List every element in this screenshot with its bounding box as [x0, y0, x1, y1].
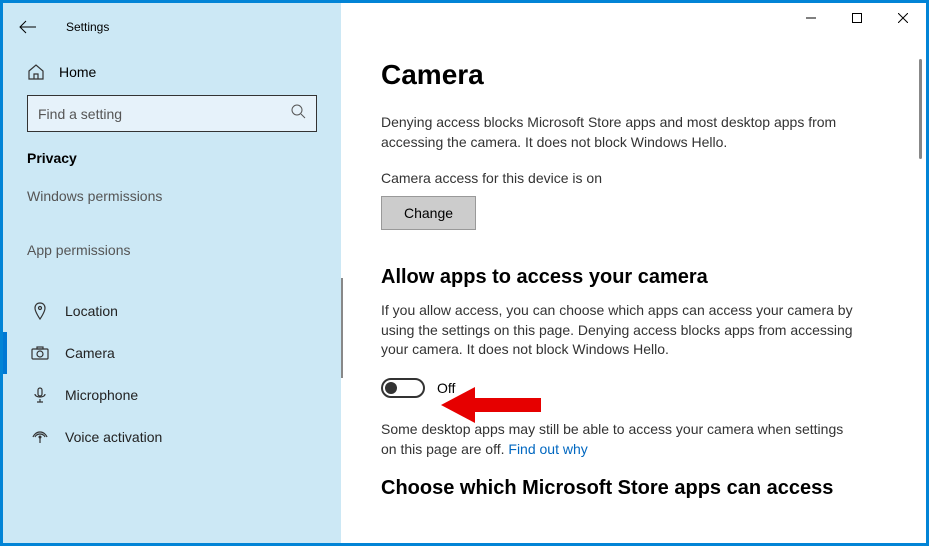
header-title: Settings	[66, 20, 109, 34]
allow-heading: Allow apps to access your camera	[381, 266, 886, 289]
sidebar-item-microphone[interactable]: Microphone	[3, 374, 341, 416]
allow-description: If you allow access, you can choose whic…	[381, 301, 861, 360]
sidebar-item-label: Microphone	[65, 387, 138, 403]
home-nav[interactable]: Home	[3, 55, 341, 95]
toggle-state-label: Off	[437, 380, 455, 396]
home-icon	[27, 63, 45, 81]
sidebar-item-label: Voice activation	[65, 429, 162, 445]
allow-apps-toggle[interactable]	[381, 378, 425, 398]
device-access-status: Camera access for this device is on	[381, 170, 886, 186]
sidebar-item-voice-activation[interactable]: Voice activation	[3, 416, 341, 458]
sidebar-header: Settings	[3, 3, 341, 55]
sidebar-item-label: Location	[65, 303, 118, 319]
microphone-icon	[31, 386, 49, 404]
nav-list: Location Camera Microphone Voice activat…	[3, 290, 341, 458]
search-input[interactable]	[38, 106, 290, 122]
desktop-note-text: Some desktop apps may still be able to a…	[381, 421, 843, 457]
maximize-button[interactable]	[834, 3, 880, 33]
category-label: Privacy	[3, 150, 341, 188]
desktop-note: Some desktop apps may still be able to a…	[381, 420, 861, 459]
titlebar-controls	[788, 3, 926, 33]
search-box[interactable]	[27, 95, 317, 132]
sidebar: Settings Home Privacy Windows permission…	[3, 3, 341, 543]
section-app-permissions: App permissions	[3, 242, 341, 268]
camera-icon	[31, 344, 49, 362]
voice-icon	[31, 428, 49, 446]
scrollbar[interactable]	[919, 59, 922, 159]
sidebar-item-location[interactable]: Location	[3, 290, 341, 332]
find-out-why-link[interactable]: Find out why	[508, 441, 587, 457]
page-title: Camera	[381, 59, 886, 91]
search-icon	[290, 103, 306, 124]
minimize-button[interactable]	[788, 3, 834, 33]
sidebar-item-label: Camera	[65, 345, 115, 361]
home-label: Home	[59, 64, 96, 80]
change-button[interactable]: Change	[381, 196, 476, 230]
toggle-knob	[385, 382, 397, 394]
choose-heading: Choose which Microsoft Store apps can ac…	[381, 477, 886, 500]
section-windows-permissions: Windows permissions	[3, 188, 341, 214]
deny-description: Denying access blocks Microsoft Store ap…	[381, 113, 861, 152]
allow-toggle-row: Off	[381, 378, 886, 398]
close-button[interactable]	[880, 3, 926, 33]
location-icon	[31, 302, 49, 320]
back-button[interactable]	[8, 15, 48, 39]
sidebar-item-camera[interactable]: Camera	[3, 332, 341, 374]
content-pane: Camera Denying access blocks Microsoft S…	[341, 3, 926, 543]
settings-window: Settings Home Privacy Windows permission…	[3, 3, 926, 543]
